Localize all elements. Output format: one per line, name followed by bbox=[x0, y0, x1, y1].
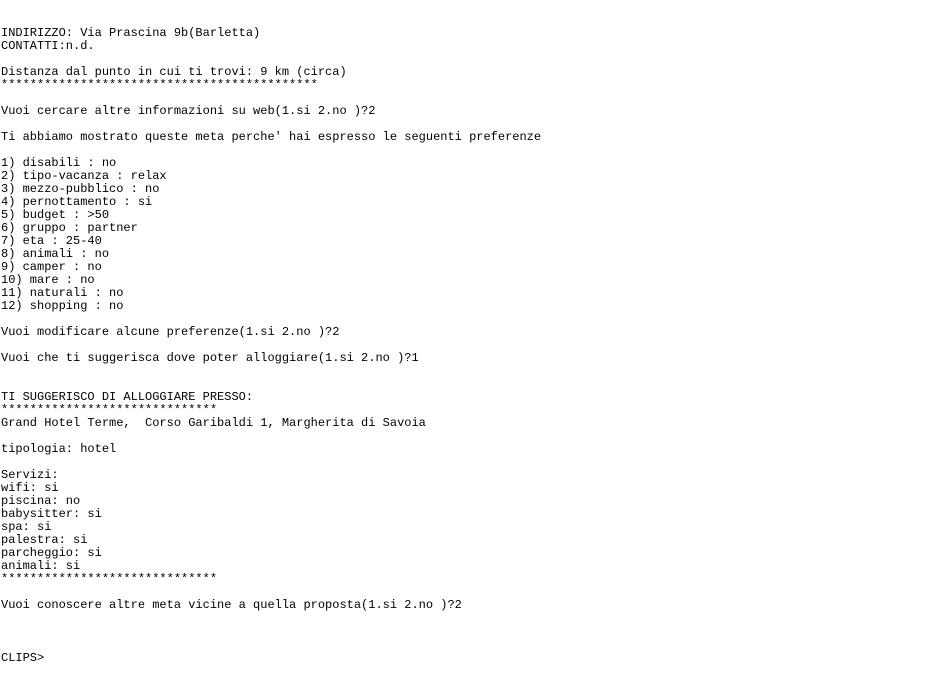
console-line: Vuoi conoscere altre meta vicine a quell… bbox=[1, 598, 462, 612]
console-line: piscina: no bbox=[1, 494, 81, 508]
console-line: 10) mare : no bbox=[1, 273, 95, 287]
console-line: 5) budget : >50 bbox=[1, 208, 110, 222]
console-line: 7) eta : 25-40 bbox=[1, 234, 102, 248]
console-line: CONTATTI:n.d. bbox=[1, 39, 95, 53]
output-lines: INDIRIZZO: Via Prascina 9b(Barletta) CONT… bbox=[1, 27, 948, 625]
console-line: tipologia: hotel bbox=[1, 442, 117, 456]
console-line: wifi: si bbox=[1, 481, 59, 495]
command-prompt-row[interactable]: CLIPS> bbox=[1, 651, 948, 665]
console-line: ****************************** bbox=[1, 572, 218, 586]
input-cursor[interactable] bbox=[44, 651, 51, 663]
console-line: 8) animali : no bbox=[1, 247, 110, 261]
console-line: 11) naturali : no bbox=[1, 286, 124, 300]
console-line: 12) shopping : no bbox=[1, 299, 124, 313]
console-line: babysitter: si bbox=[1, 507, 102, 521]
console-line: Vuoi cercare altre informazioni su web(1… bbox=[1, 104, 376, 118]
console-line: Servizi: bbox=[1, 468, 59, 482]
console-line: 9) camper : no bbox=[1, 260, 102, 274]
console-line: Vuoi modificare alcune preferenze(1.si 2… bbox=[1, 325, 340, 339]
console-line: parcheggio: si bbox=[1, 546, 102, 560]
clips-prompt: CLIPS> bbox=[1, 651, 45, 665]
console-line: palestra: si bbox=[1, 533, 88, 547]
console-line: Vuoi che ti suggerisca dove poter allogg… bbox=[1, 351, 419, 365]
console-line: 4) pernottamento : si bbox=[1, 195, 153, 209]
console-line: ****************************************… bbox=[1, 78, 318, 92]
console-line: Grand Hotel Terme, Corso Garibaldi 1, Ma… bbox=[1, 416, 426, 430]
console-line: INDIRIZZO: Via Prascina 9b(Barletta) bbox=[1, 26, 261, 40]
console-line: spa: si bbox=[1, 520, 52, 534]
console-output[interactable]: INDIRIZZO: Via Prascina 9b(Barletta) CONT… bbox=[0, 0, 948, 665]
console-line: 6) gruppo : partner bbox=[1, 221, 138, 235]
console-line: Ti abbiamo mostrato queste meta perche' … bbox=[1, 130, 542, 144]
